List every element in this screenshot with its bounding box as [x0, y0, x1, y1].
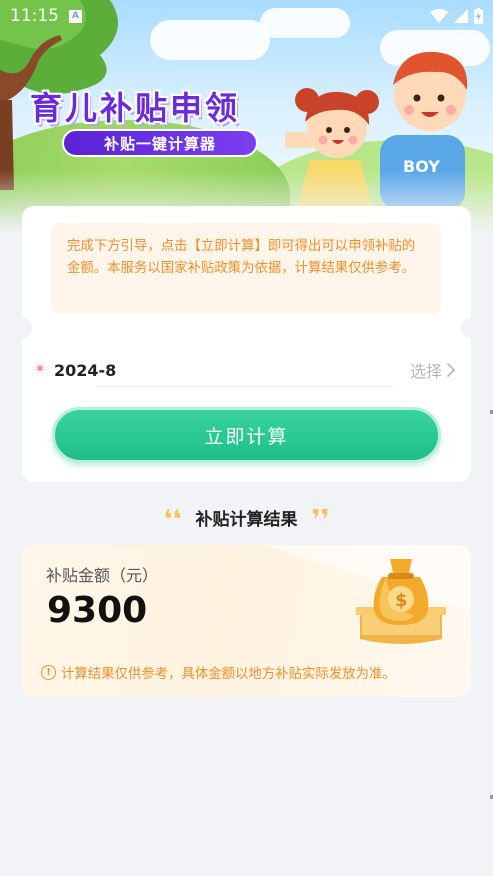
result-card: 补贴金额（元） 9300 $ ! 计算结果仅供参考，具体金额以地方补贴实际发放为…: [22, 545, 471, 697]
calculator-card: 完成下方引导，点击【立即计算】即可得出可以申领补贴的金额。本服务以国家补贴政策为…: [12, 206, 481, 482]
quote-left-icon: ❛❛: [163, 505, 182, 535]
amount-label: 补贴金额（元）: [46, 566, 159, 585]
divider: [98, 386, 394, 387]
result-title: 补贴计算结果: [195, 509, 298, 530]
status-time: 11:15: [10, 6, 59, 26]
calculate-button[interactable]: 立即计算: [52, 407, 441, 463]
status-bar: 11:15 A: [0, 0, 493, 32]
select-trigger[interactable]: 选择: [410, 358, 456, 382]
guide-notice: 完成下方引导，点击【立即计算】即可得出可以申领补贴的金额。本服务以国家补贴政策为…: [51, 223, 441, 314]
required-mark: *: [36, 360, 44, 380]
banner-title: 育儿补贴申领: [30, 89, 241, 127]
signal-icon: [454, 9, 468, 23]
disclaimer-text: 计算结果仅供参考，具体金额以地方补贴实际发放为准。: [61, 667, 396, 682]
status-icons: [430, 8, 483, 24]
banner-subtitle: 补贴一键计算器: [62, 129, 258, 157]
select-label: 选择: [409, 362, 442, 381]
result-heading: ❛❛ 补贴计算结果 ❜❜: [0, 505, 493, 533]
wifi-icon: [430, 9, 448, 23]
date-select-row[interactable]: * 2024-8 选择: [36, 353, 456, 387]
amount-value: 9300: [47, 590, 148, 631]
battery-charging-icon: [474, 8, 483, 24]
money-bag-icon: $: [356, 559, 446, 644]
date-value: 2024-8: [54, 360, 117, 380]
svg-text:$: $: [395, 590, 408, 611]
info-icon: !: [41, 664, 56, 680]
disclaimer: ! 计算结果仅供参考，具体金额以地方补贴实际发放为准。: [41, 662, 396, 682]
notification-badge: A: [69, 9, 82, 23]
card-notch: [461, 318, 481, 338]
card-notch: [12, 318, 32, 338]
chevron-right-icon: [447, 363, 456, 377]
quote-right-icon: ❜❜: [311, 505, 330, 535]
